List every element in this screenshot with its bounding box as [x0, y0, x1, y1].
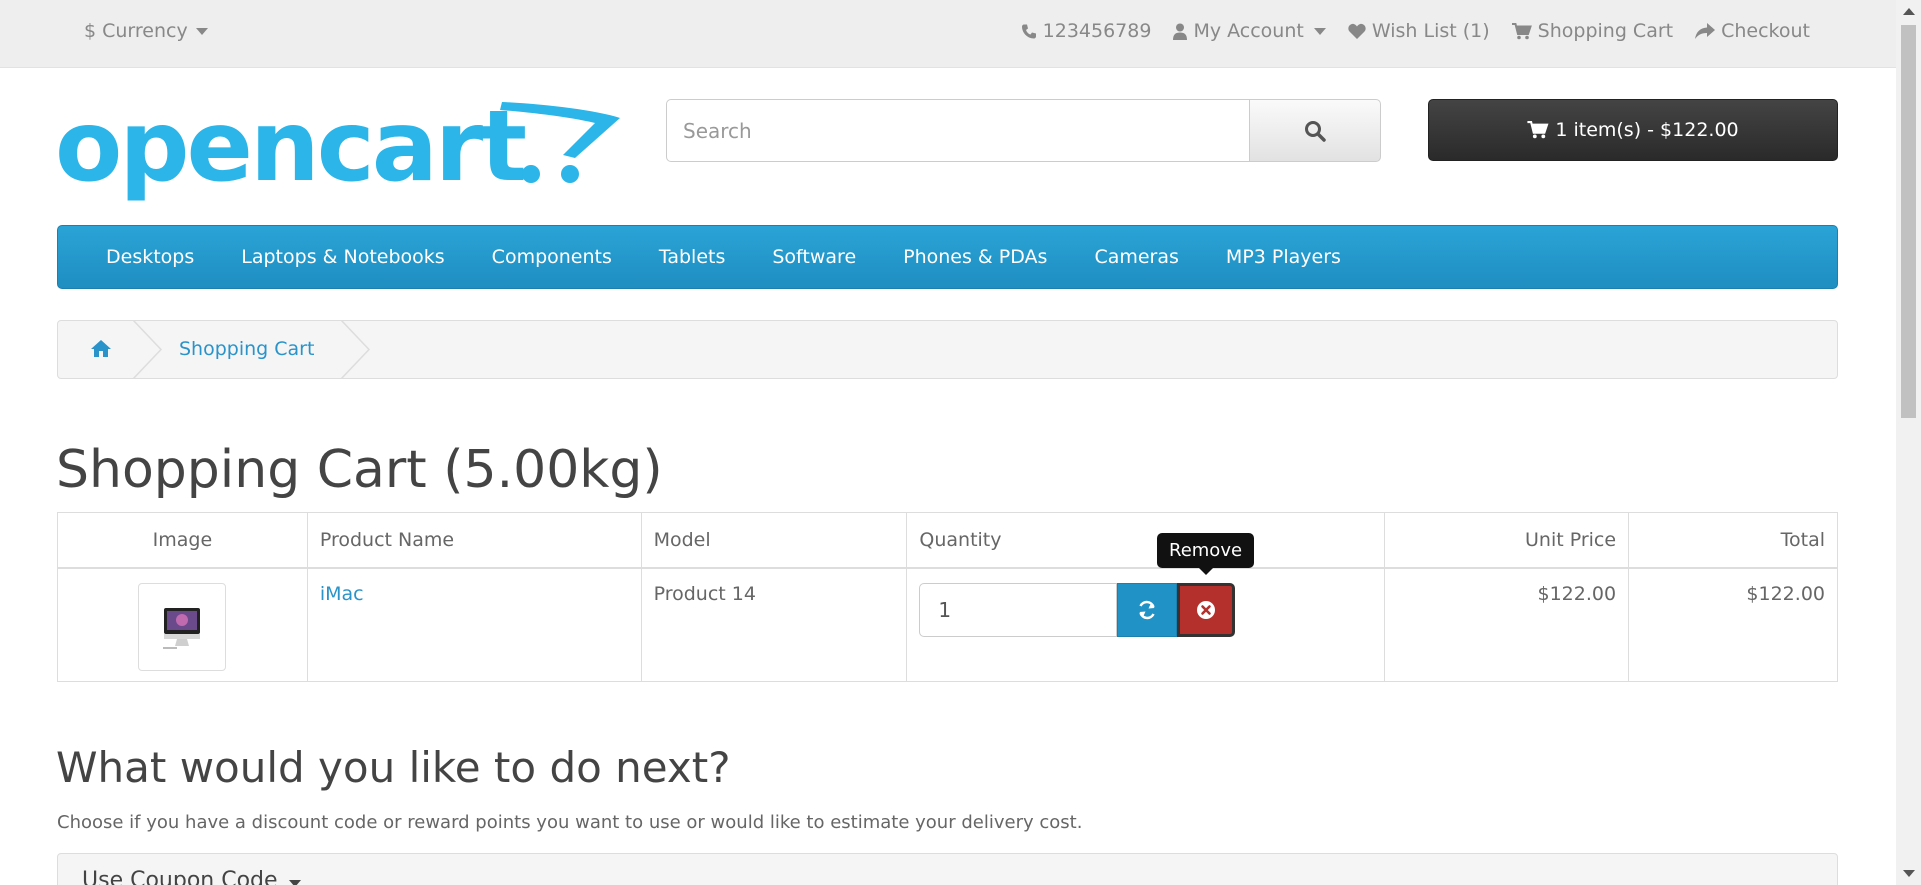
cart-button[interactable]: 1 item(s) - $122.00: [1428, 99, 1838, 161]
menu-item-tablets[interactable]: Tablets: [659, 246, 725, 268]
update-button[interactable]: [1117, 582, 1178, 637]
breadcrumb-separator: [133, 320, 163, 379]
close-circle-icon: [1197, 600, 1216, 619]
breadcrumb-separator: [341, 320, 371, 379]
column-header-total: Total: [1628, 512, 1838, 569]
breadcrumb: Shopping Cart: [57, 320, 1838, 379]
menu-item-cameras[interactable]: Cameras: [1094, 246, 1178, 268]
top-links: 123456789 My Account Wish List (1) Shopp…: [1021, 20, 1810, 42]
scroll-up-arrow-icon[interactable]: [1903, 8, 1915, 15]
menu-item-desktops[interactable]: Desktops: [106, 246, 194, 268]
opencart-logo[interactable]: opencart: [55, 90, 620, 210]
shopping-cart-label: Shopping Cart: [1537, 20, 1674, 42]
checkout-label: Checkout: [1721, 20, 1810, 42]
table-row: iMac Product 14 1 $122.00 $122.00: [57, 567, 1838, 682]
chevron-down-icon: [1313, 27, 1326, 35]
share-icon: [1695, 22, 1716, 39]
unit-price-cell: $122.00: [1384, 567, 1630, 682]
currency-label: $ Currency: [84, 20, 188, 42]
coupon-panel[interactable]: Use Coupon Code: [57, 853, 1838, 885]
page-title: Shopping Cart (5.00kg): [56, 440, 663, 500]
phone-link[interactable]: 123456789: [1021, 20, 1152, 42]
wishlist-link[interactable]: Wish List (1): [1348, 20, 1490, 42]
column-header-unit-price: Unit Price: [1384, 512, 1630, 569]
breadcrumb-shopping-cart[interactable]: Shopping Cart: [179, 338, 314, 360]
table-header-row: Image Product Name Model Quantity Unit P…: [57, 512, 1838, 569]
coupon-panel-label: Use Coupon Code: [82, 868, 278, 885]
column-header-model: Model: [640, 512, 908, 569]
search-button[interactable]: [1250, 99, 1381, 162]
scroll-down-arrow-icon[interactable]: [1903, 870, 1915, 877]
heart-icon: [1348, 23, 1366, 39]
coupon-panel-title: Use Coupon Code: [82, 868, 301, 885]
page-scrollbar[interactable]: [1896, 0, 1921, 885]
chevron-down-icon: [288, 880, 301, 885]
checkout-link[interactable]: Checkout: [1695, 20, 1810, 42]
shopping-cart-link[interactable]: Shopping Cart: [1511, 20, 1674, 42]
scrollbar-thumb[interactable]: [1901, 25, 1916, 418]
product-name-link[interactable]: iMac: [320, 583, 364, 605]
quantity-input[interactable]: [919, 582, 1118, 637]
product-thumbnail[interactable]: [138, 582, 227, 671]
cart-table: Image Product Name Model Quantity Unit P…: [57, 512, 1838, 682]
search-input[interactable]: [666, 99, 1250, 162]
search-icon: [1305, 120, 1326, 142]
cart-icon: [1527, 121, 1549, 139]
my-account-label: My Account: [1193, 20, 1304, 42]
my-account-dropdown[interactable]: My Account: [1173, 20, 1326, 42]
next-section-title: What would you like to do next?: [56, 743, 731, 792]
chevron-down-icon: [195, 27, 208, 35]
menu-item-laptops-notebooks[interactable]: Laptops & Notebooks: [241, 246, 444, 268]
refresh-icon: [1139, 600, 1156, 619]
quantity-cell: [906, 567, 1386, 682]
currency-dropdown[interactable]: $ Currency: [84, 20, 208, 42]
remove-button[interactable]: [1177, 582, 1236, 637]
breadcrumb-home[interactable]: [90, 339, 112, 362]
product-name-cell: iMac: [306, 567, 642, 682]
remove-tooltip: Remove: [1157, 533, 1255, 575]
column-header-image: Image: [57, 512, 308, 569]
imac-image: [163, 607, 201, 649]
user-icon: [1173, 23, 1188, 40]
column-header-product-name: Product Name: [306, 512, 642, 569]
phone-number: 123456789: [1042, 20, 1152, 42]
next-section-description: Choose if you have a discount code or re…: [57, 812, 1083, 833]
search-bar: [666, 99, 1381, 162]
main-menu: Desktops Laptops & Notebooks Components …: [57, 225, 1838, 289]
total-cell: $122.00: [1628, 567, 1838, 682]
menu-item-software[interactable]: Software: [772, 246, 856, 268]
column-header-quantity: Quantity: [906, 512, 1386, 569]
logo-text: opencart: [55, 98, 525, 204]
top-bar: $ Currency 123456789 My Account Wish Lis…: [0, 0, 1896, 68]
product-model-cell: Product 14: [640, 567, 908, 682]
product-image-cell: [57, 567, 308, 682]
wishlist-label: Wish List (1): [1371, 20, 1490, 42]
cart-button-label: 1 item(s) - $122.00: [1555, 119, 1739, 141]
menu-item-components[interactable]: Components: [492, 246, 612, 268]
home-icon: [91, 340, 111, 357]
phone-icon: [1021, 24, 1036, 38]
menu-item-phones-pdas[interactable]: Phones & PDAs: [903, 246, 1047, 268]
menu-item-mp3-players[interactable]: MP3 Players: [1226, 246, 1341, 268]
cart-icon: [1511, 22, 1532, 39]
quantity-controls: [919, 582, 1372, 637]
